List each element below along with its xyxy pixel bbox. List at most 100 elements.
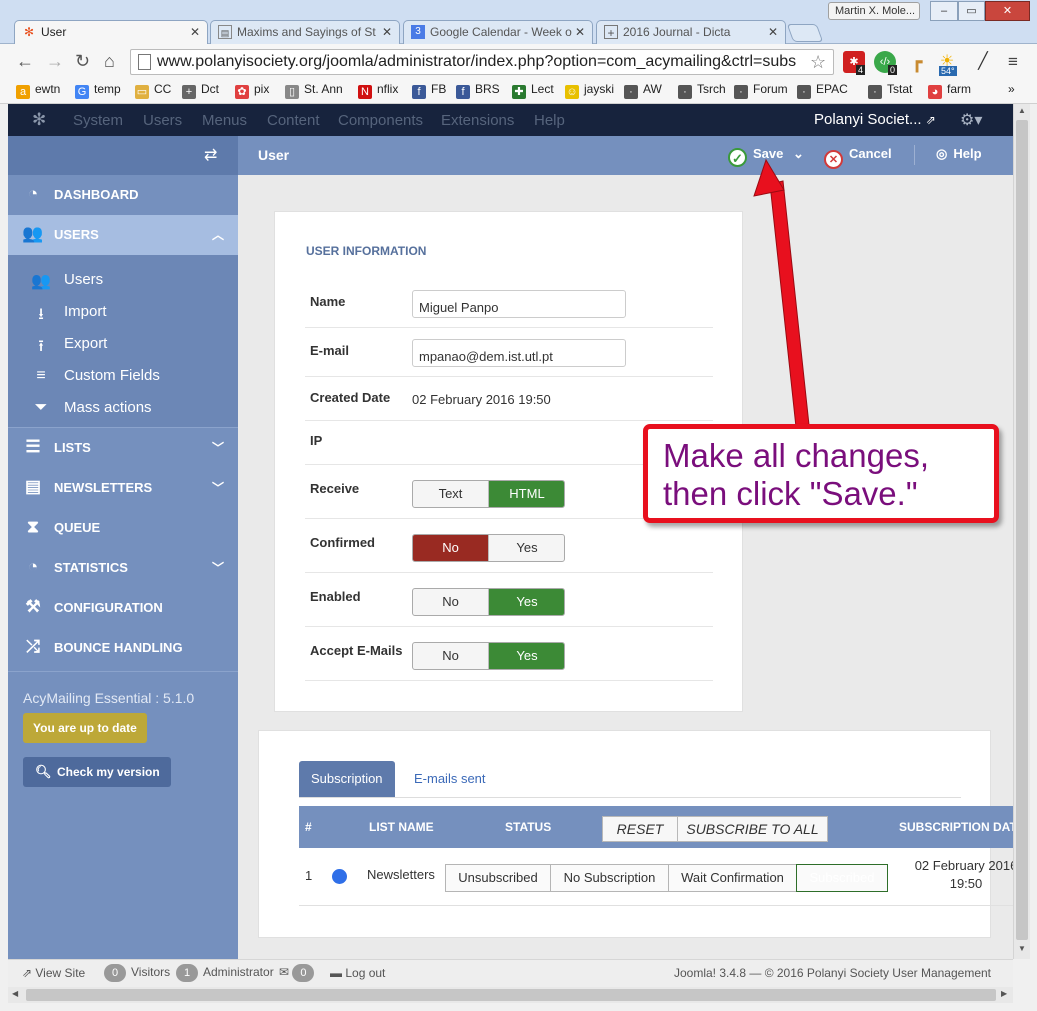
sidebar-item-configuration[interactable]: ⚒ CONFIGURATION [8,588,238,628]
bookmark-jayski[interactable]: ☺ jayski [565,82,614,99]
nav-users[interactable]: Users [143,112,182,129]
subscribe-all-button[interactable]: SUBSCRIBE TO ALL [677,816,828,842]
tab-calendar[interactable]: 3 Google Calendar - Week o ✕ [403,20,593,44]
bookmark-epac[interactable]: · EPAC [797,82,848,99]
chevron-down-icon[interactable]: ⌄ [793,146,804,161]
bookmark-lect[interactable]: ✚ Lect [512,82,554,99]
bookmark-st-ann[interactable]: ▯ St. Ann [285,82,343,99]
maximize-button[interactable]: ▭ [958,1,985,21]
confirmed-no-option[interactable]: No [413,535,489,561]
sidebar-item-bounce[interactable]: ⤮ BOUNCE HANDLING [8,628,238,668]
view-site-link[interactable]: ⇗ View Site [22,966,85,980]
scrollbar-thumb[interactable] [26,989,996,1001]
bookmark-brs[interactable]: f BRS [456,82,500,99]
visitors-indicator[interactable]: 0 Visitors [104,964,170,982]
scroll-down-icon[interactable]: ▼ [1018,944,1026,953]
sidebar-item-lists[interactable]: ☰ LISTS ﹀ [8,428,238,468]
sidebar-item-dashboard[interactable]: ◔ DASHBOARD [8,175,238,215]
tab-user[interactable]: ✻ User ✕ [14,20,208,45]
bookmark-tsrch[interactable]: · Tsrch [678,82,726,99]
bookmark-nflix[interactable]: Nnflix [358,82,398,99]
logout-link[interactable]: ▬ Log out [330,966,385,980]
status-subscribed[interactable]: Subscribed [796,864,888,892]
new-tab-button[interactable] [786,24,824,42]
address-bar[interactable]: www.polanyisociety.org/joomla/administra… [130,49,834,75]
status-wait-confirmation[interactable]: Wait Confirmation [668,864,797,892]
scroll-up-icon[interactable]: ▲ [1018,106,1026,115]
sidebar-subitem-export[interactable]: ⭱ Export [8,329,238,361]
status-no-subscription[interactable]: No Subscription [550,864,669,892]
toggle-sidebar-icon[interactable]: ⇄ [204,145,217,165]
help-button[interactable]: ◎ Help [936,146,982,162]
sidebar-item-statistics[interactable]: ◔ STATISTICS ﹀ [8,548,238,588]
horizontal-scrollbar[interactable]: ◀ ▶ [8,987,1013,1003]
sidebar-subitem-mass-actions[interactable]: ⏷ Mass actions [8,393,238,425]
minimize-button[interactable]: – [930,1,958,21]
nav-components[interactable]: Components [338,112,423,129]
sidebar-item-queue[interactable]: ⧗ QUEUE [8,508,238,548]
scroll-right-icon[interactable]: ▶ [1001,989,1007,998]
forward-icon[interactable]: → [46,52,64,70]
eyedropper-icon[interactable]: ╱ [972,51,994,73]
accept-yes-option[interactable]: Yes [489,643,564,669]
enabled-toggle[interactable]: No Yes [412,588,565,616]
nav-extensions[interactable]: Extensions [441,112,514,129]
bookmark-temp[interactable]: Gtemp [75,82,121,99]
receive-toggle[interactable]: Text HTML [412,480,565,508]
cancel-button[interactable]: ✕ Cancel [824,146,892,169]
status-unsubscribed[interactable]: Unsubscribed [445,864,551,892]
sidebar-subitem-users[interactable]: 👥 Users [8,265,238,297]
profile-button[interactable]: Martin X. Mole... [828,2,920,20]
enabled-yes-option[interactable]: Yes [489,589,564,615]
confirmed-yes-option[interactable]: Yes [489,535,564,561]
sidebar-item-newsletters[interactable]: ▤ NEWSLETTERS ﹀ [8,468,238,508]
nav-system[interactable]: System [73,112,123,129]
bookmark-tstat[interactable]: · Tstat [868,82,912,99]
email-input[interactable] [412,339,626,367]
tab-journal[interactable]: + 2016 Journal - Dicta ✕ [596,20,786,44]
reset-button[interactable]: RESET [602,816,678,842]
scroll-left-icon[interactable]: ◀ [12,989,18,998]
menu-icon[interactable]: ≡ [1002,51,1024,73]
close-icon[interactable]: ✕ [190,25,200,39]
check-version-button[interactable]: 🔍︎ Check my version [23,757,171,787]
close-icon[interactable]: ✕ [382,25,392,39]
bookmark-cc[interactable]: ▭ CC [135,82,171,99]
site-link[interactable]: Polanyi Societ... ⇗ [814,111,936,128]
bookmarks-more-icon[interactable]: » [1008,82,1015,96]
reload-icon[interactable]: ↻ [75,52,90,70]
name-input[interactable] [412,290,626,318]
sidebar-item-users[interactable]: 👥 USERS ︿ [8,215,238,255]
save-button[interactable]: ✓ Save ⌄ [728,146,804,167]
back-icon[interactable]: ← [16,52,34,70]
extension-pin-icon[interactable]: ┏ [906,51,928,73]
sidebar-subitem-import[interactable]: ⭳ Import [8,297,238,329]
home-icon[interactable]: ⌂ [104,52,115,70]
joomla-icon[interactable]: ✻ [32,110,46,130]
close-icon[interactable]: ✕ [768,25,778,39]
bookmark-farm[interactable]: ◕ farm [928,82,971,99]
bookmark-pix[interactable]: ✿ pix [235,82,269,99]
receive-html-option[interactable]: HTML [489,481,564,507]
bookmark-aw[interactable]: · AW [624,82,662,99]
tab-maxims[interactable]: ▤ Maxims and Sayings of St ✕ [210,20,400,44]
bookmark-fb[interactable]: f FB [412,82,446,99]
window-close-button[interactable]: ✕ [985,1,1030,21]
nav-content[interactable]: Content [267,112,320,129]
gear-icon[interactable]: ⚙▾ [960,110,982,130]
tab-subscription[interactable]: Subscription [299,761,395,797]
messages-indicator[interactable]: ✉ 0 [279,964,319,982]
admin-indicator[interactable]: 1 Administrator [176,964,274,982]
scrollbar-thumb[interactable] [1016,120,1028,940]
confirmed-toggle[interactable]: No Yes [412,534,565,562]
accept-toggle[interactable]: No Yes [412,642,565,670]
up-to-date-button[interactable]: You are up to date [23,713,147,743]
nav-menus[interactable]: Menus [202,112,247,129]
sidebar-subitem-custom-fields[interactable]: ≡ Custom Fields [8,361,238,393]
close-icon[interactable]: ✕ [575,25,585,39]
bookmark-ewtn[interactable]: a ewtn [16,82,60,99]
bookmark-dct[interactable]: + Dct [182,82,219,99]
bookmark-star-icon[interactable]: ☆ [810,52,826,73]
accept-no-option[interactable]: No [413,643,489,669]
nav-help[interactable]: Help [534,112,565,129]
